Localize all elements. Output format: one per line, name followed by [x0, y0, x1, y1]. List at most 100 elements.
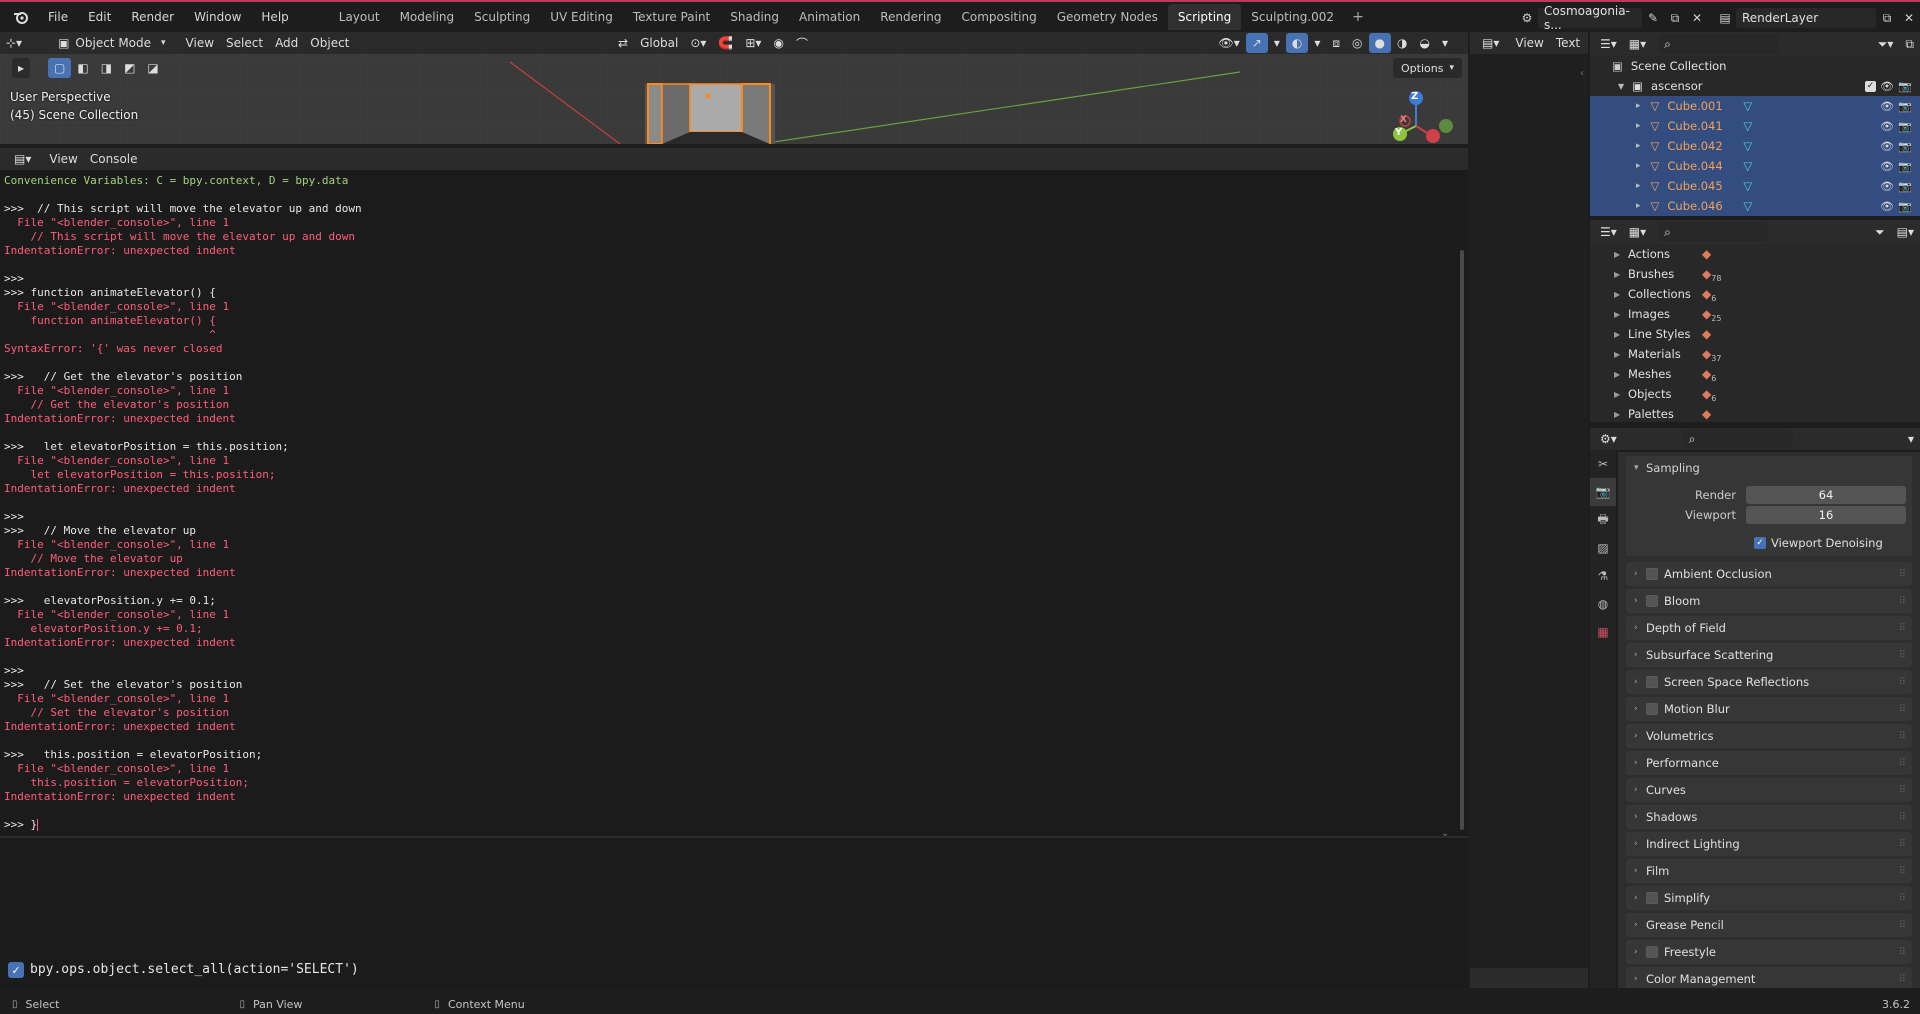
filter-icon[interactable]: ⏷▾ — [1872, 34, 1900, 54]
outliner-item-cube-046[interactable]: ▸ ▽ Cube.046 ▽ 👁 📷 — [1590, 196, 1920, 216]
chevron-right-icon[interactable]: ▶ — [1614, 410, 1628, 419]
editor-type-icon[interactable]: ⊹▾ — [0, 33, 28, 53]
chevron-right-icon[interactable]: ▸ — [1636, 161, 1641, 171]
snap-icon[interactable]: 🧲 — [712, 33, 739, 53]
simplify-checkbox[interactable] — [1646, 892, 1658, 904]
panel-ambient-occlusion[interactable]: › Ambient Occlusion ⠿ — [1626, 562, 1912, 586]
overlay-toggle-icon[interactable]: ◐ — [1285, 33, 1309, 53]
chevron-right-icon[interactable]: ▶ — [1614, 390, 1628, 399]
object-mode-dropdown[interactable]: ▣ Object Mode ▾ — [50, 33, 174, 53]
proportional-icon[interactable]: ◉ — [767, 33, 789, 53]
mesh-data-icon[interactable]: ▽ — [1743, 119, 1752, 133]
chevron-right-icon[interactable]: ▸ — [1636, 101, 1641, 111]
filter-icon[interactable]: ⏷ — [1869, 222, 1891, 242]
view-layer-field[interactable]: RenderLayer — [1736, 8, 1876, 28]
tab-sculpting[interactable]: Sculpting — [464, 4, 540, 30]
camera-icon[interactable]: 📷 — [1898, 180, 1912, 193]
rendered-shading-icon[interactable]: ◒ — [1413, 33, 1435, 53]
datablock-line-styles[interactable]: ▶ Line Styles ◆ — [1590, 324, 1920, 344]
outliner-item-cube-042[interactable]: ▸ ▽ Cube.042 ▽ 👁 📷 — [1590, 136, 1920, 156]
drag-handle-icon[interactable]: ⠿ — [1899, 731, 1906, 742]
viewport-menu-add[interactable]: Add — [269, 33, 304, 53]
drag-handle-icon[interactable]: ⠿ — [1899, 839, 1906, 850]
eye-icon[interactable]: 👁 — [1880, 180, 1894, 193]
pivot-icon[interactable]: ⊙▾ — [684, 33, 712, 53]
drag-handle-icon[interactable]: ⠿ — [1899, 596, 1906, 607]
visibility-icon[interactable]: 👁▾ — [1213, 33, 1246, 53]
outliner-editor-type-icon[interactable]: ☰▾ — [1594, 34, 1623, 54]
datablock-materials[interactable]: ▶ Materials ◆ 37 — [1590, 344, 1920, 364]
camera-icon[interactable]: 📷 — [1898, 160, 1912, 173]
drag-handle-icon[interactable]: ⠿ — [1899, 947, 1906, 958]
datablock-collections[interactable]: ▶ Collections ◆ 6 — [1590, 284, 1920, 304]
viewport-menu-select[interactable]: Select — [220, 33, 269, 53]
blend-file-editor-type-icon[interactable]: ☰▾ — [1594, 222, 1623, 242]
eye-icon[interactable]: 👁 — [1880, 80, 1894, 93]
datablock-brushes[interactable]: ▶ Brushes ◆ 78 — [1590, 264, 1920, 284]
falloff-icon[interactable]: ⌒ — [790, 33, 814, 53]
panel-simplify[interactable]: › Simplify ⠿ — [1626, 886, 1912, 910]
view-layer-icon[interactable]: ▤ — [1714, 8, 1736, 28]
scene-tab-icon[interactable]: ⚗ — [1590, 562, 1616, 590]
eye-icon[interactable]: 👁 — [1880, 100, 1894, 113]
panel-volumetrics[interactable]: › Volumetrics ⠿ — [1626, 724, 1912, 748]
panel-subsurface-scattering[interactable]: › Subsurface Scattering ⠿ — [1626, 643, 1912, 667]
drag-handle-icon[interactable]: ⠿ — [1899, 920, 1906, 931]
viewport-menu-object[interactable]: Object — [304, 33, 355, 53]
text-editor-type-icon[interactable]: ▤▾ — [1476, 33, 1505, 53]
sampling-header[interactable]: ▾ Sampling — [1626, 456, 1912, 480]
chevron-right-icon[interactable]: ▶ — [1614, 270, 1628, 279]
blender-logo-icon[interactable] — [8, 4, 34, 30]
menu-window[interactable]: Window — [184, 3, 251, 31]
blend-file-search-input[interactable]: ⌕ — [1658, 222, 1769, 242]
tab-shading[interactable]: Shading — [720, 4, 789, 30]
transform-orientation-dropdown[interactable]: Global — [634, 33, 684, 53]
menu-file[interactable]: File — [38, 3, 78, 31]
panel-motion-blur[interactable]: › Motion Blur ⠿ — [1626, 697, 1912, 721]
console-editor-type-icon[interactable]: ▤▾ — [8, 149, 37, 169]
eye-icon[interactable]: 👁 — [1880, 200, 1894, 213]
select-subtract-icon[interactable]: ◨ — [95, 58, 118, 78]
tool-tab-icon[interactable]: ✂ — [1590, 450, 1616, 478]
console-scrollbar[interactable] — [1460, 250, 1464, 830]
panel-performance[interactable]: › Performance ⠿ — [1626, 751, 1912, 775]
collection-row[interactable]: ▼ ▣ ascensor ✓ 👁 📷 — [1590, 76, 1920, 96]
material-shading-icon[interactable]: ◑ — [1391, 33, 1413, 53]
camera-icon[interactable]: 📷 — [1898, 80, 1912, 93]
properties-editor-type-icon[interactable]: ⚙▾ — [1594, 429, 1623, 449]
screen-space-reflections-checkbox[interactable] — [1646, 676, 1658, 688]
python-console[interactable]: Convenience Variables: C = bpy.context, … — [0, 170, 1468, 836]
properties-search-input[interactable]: ⌕ — [1682, 429, 1793, 449]
outliner-item-cube-001[interactable]: ▸ ▽ Cube.001 ▽ 👁 📷 — [1590, 96, 1920, 116]
camera-icon[interactable]: 📷 — [1898, 100, 1912, 113]
chevron-down-icon[interactable]: ▾ — [1902, 429, 1920, 449]
console-menu-view[interactable]: View — [43, 149, 83, 169]
drag-handle-icon[interactable]: ⠿ — [1899, 974, 1906, 985]
chevron-right-icon[interactable]: ▸ — [1636, 141, 1641, 151]
panel-bloom[interactable]: › Bloom ⠿ — [1626, 589, 1912, 613]
orientation-icon[interactable]: ⇄ — [612, 33, 634, 53]
text-editor-menu-view[interactable]: View — [1509, 33, 1549, 53]
select-extend-icon[interactable]: ◧ — [71, 58, 94, 78]
menu-render[interactable]: Render — [121, 3, 184, 31]
drag-handle-icon[interactable]: ⠿ — [1899, 812, 1906, 823]
ambient-occlusion-checkbox[interactable] — [1646, 568, 1658, 580]
drag-handle-icon[interactable]: ⠿ — [1899, 785, 1906, 796]
select-new-icon[interactable]: ▢ — [48, 58, 72, 78]
display-mode-icon[interactable]: ▦▾ — [1623, 34, 1652, 54]
panel-grease-pencil[interactable]: › Grease Pencil ⠿ — [1626, 913, 1912, 937]
chevron-right-icon[interactable]: ▶ — [1614, 330, 1628, 339]
tab-sculpting-002[interactable]: Sculpting.002 — [1241, 4, 1344, 30]
scene-collection-row[interactable]: ▣ Scene Collection — [1590, 56, 1920, 76]
collection-checkbox[interactable]: ✓ — [1865, 80, 1876, 92]
panel-indirect-lighting[interactable]: › Indirect Lighting ⠿ — [1626, 832, 1912, 856]
panel-freestyle[interactable]: › Freestyle ⠿ — [1626, 940, 1912, 964]
outliner-search-input[interactable]: ⌕ — [1658, 34, 1779, 54]
tab-layout[interactable]: Layout — [329, 4, 390, 30]
wireframe-shading-icon[interactable]: ◎ — [1346, 33, 1368, 53]
gizmo-toggle-icon[interactable]: ↗ — [1245, 33, 1268, 53]
chevron-right-icon[interactable]: ▶ — [1614, 290, 1628, 299]
tab-animation[interactable]: Animation — [789, 4, 870, 30]
panel-color-management[interactable]: › Color Management ⠿ — [1626, 967, 1912, 988]
panel-depth-of-field[interactable]: › Depth of Field ⠿ — [1626, 616, 1912, 640]
